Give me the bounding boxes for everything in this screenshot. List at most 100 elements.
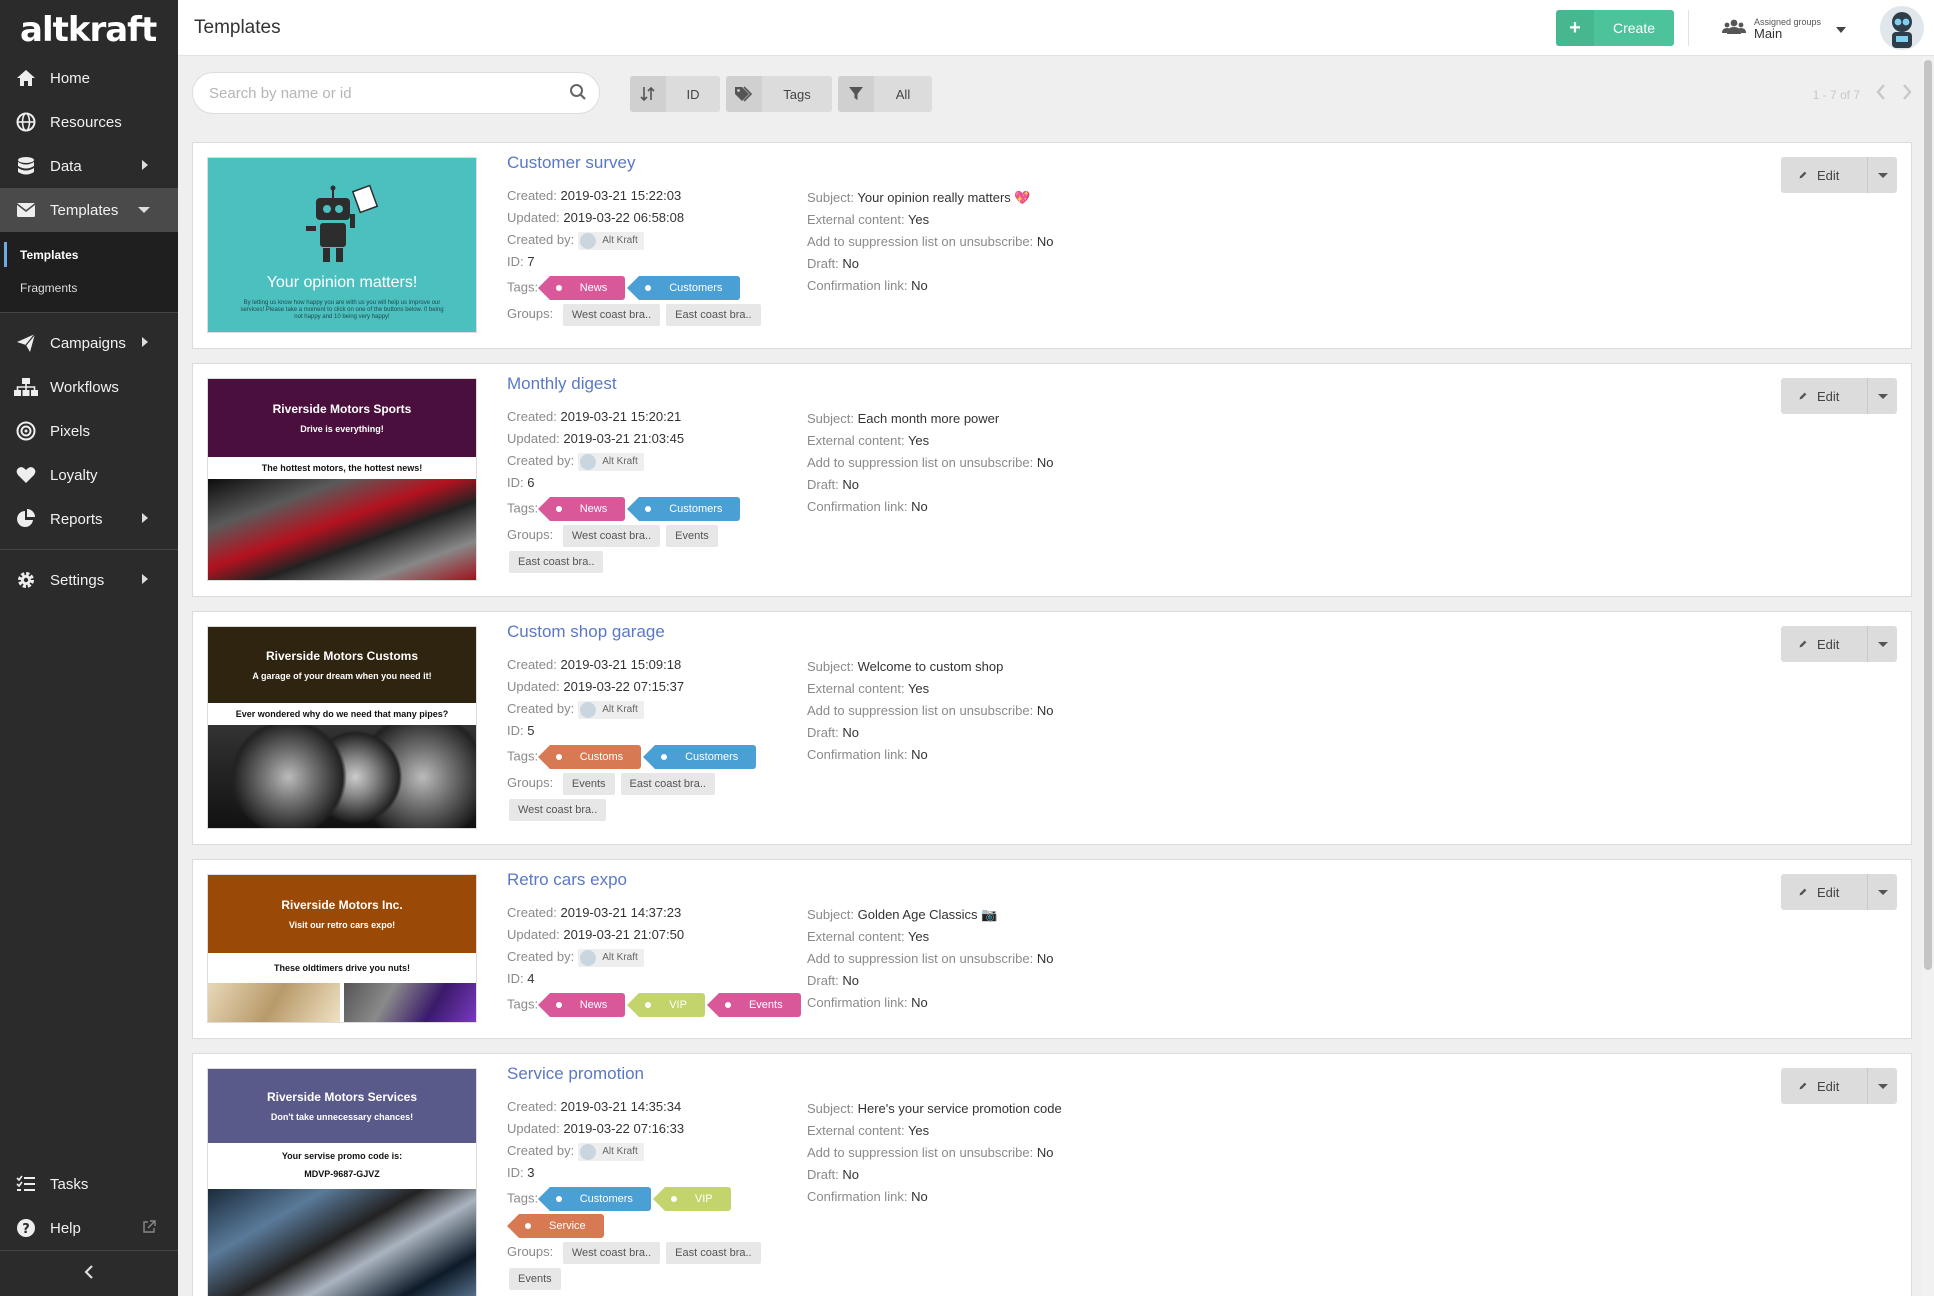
tag[interactable]: VIP [652, 1187, 731, 1211]
suppression-value: No [1036, 703, 1054, 718]
creator-chip[interactable]: Alt Kraft [578, 700, 644, 719]
tag[interactable]: News [537, 497, 626, 521]
target-icon [14, 419, 38, 443]
template-thumbnail[interactable]: Your opinion matters! By letting us know… [207, 157, 477, 333]
updated-value: 2019-03-22 07:15:37 [563, 679, 685, 694]
edit-menu-toggle[interactable] [1867, 378, 1897, 414]
template-thumbnail[interactable]: Riverside Motors Customs A garage of you… [207, 626, 477, 829]
created-label: Created: [507, 188, 557, 203]
tag[interactable]: Events [707, 993, 801, 1017]
template-info: Monthly digest Created: 2019-03-21 15:20… [507, 374, 741, 574]
template-thumbnail[interactable]: Riverside Motors Inc. Visit our retro ca… [207, 874, 477, 1023]
next-page-icon[interactable] [1902, 84, 1912, 105]
group-chip: West coast bra.. [509, 799, 607, 822]
edit-button[interactable]: Edit [1781, 157, 1897, 193]
sidebar-item-help[interactable]: ? Help [0, 1206, 178, 1250]
search-icon[interactable] [569, 83, 587, 104]
groups-value: Main [1754, 26, 1783, 41]
search-input[interactable] [193, 73, 533, 113]
sidebar-item-loyalty[interactable]: Loyalty [0, 453, 178, 497]
sidebar-item-data[interactable]: Data [0, 144, 178, 188]
thumbnail-title: Your opinion matters! [266, 274, 418, 291]
edit-menu-toggle[interactable] [1867, 626, 1897, 662]
external-link-icon[interactable] [142, 1220, 156, 1238]
external-label: External content: [807, 1123, 905, 1138]
user-avatar[interactable] [1880, 6, 1924, 50]
create-button[interactable]: + Create [1556, 10, 1674, 46]
edit-label: Edit [1817, 1078, 1840, 1094]
thumbnail-subtitle: A garage of your dream when you need it! [252, 671, 432, 681]
tag[interactable]: Customs [537, 745, 642, 769]
template-thumbnail[interactable]: Riverside Motors Sports Drive is everyth… [207, 378, 477, 581]
creator-chip[interactable]: Alt Kraft [578, 948, 644, 967]
edit-button[interactable]: Edit [1781, 1068, 1897, 1104]
thumbnail-title: Riverside Motors Sports [272, 402, 412, 416]
template-thumbnail[interactable]: Riverside Motors Services Don't take unn… [207, 1068, 477, 1296]
groups-label: Groups: [507, 1244, 554, 1259]
sidebar-item-label: Help [50, 1219, 81, 1237]
sidebar-item-home[interactable]: Home [0, 56, 178, 100]
tag[interactable]: VIP [627, 993, 705, 1017]
updated-label: Updated: [507, 210, 560, 225]
creator-chip[interactable]: Alt Kraft [578, 1142, 644, 1161]
tag[interactable]: Customers [537, 1187, 651, 1211]
sidebar-item-settings[interactable]: Settings [0, 558, 178, 602]
question-icon: ? [14, 1216, 38, 1240]
sidebar-item-campaigns[interactable]: Campaigns [0, 321, 178, 365]
external-label: External content: [807, 212, 905, 227]
tag[interactable]: Service [507, 1214, 604, 1238]
tags-filter-button[interactable]: Tags [726, 76, 832, 112]
sidebar-collapse-button[interactable] [0, 1250, 178, 1296]
creator-name: Alt Kraft [602, 703, 638, 715]
created-label: Created: [507, 409, 557, 424]
tag[interactable]: News [537, 993, 626, 1017]
pager-text: 1 - 7 of 7 [1812, 87, 1860, 102]
confirmation-label: Confirmation link: [807, 278, 908, 293]
tag[interactable]: News [537, 276, 626, 300]
edit-menu-toggle[interactable] [1867, 1068, 1897, 1104]
edit-button[interactable]: Edit [1781, 874, 1897, 910]
subnav-item-templates[interactable]: Templates [0, 238, 178, 271]
template-name-link[interactable]: Service promotion [507, 1064, 761, 1084]
search-box [192, 72, 600, 114]
suppression-label: Add to suppression list on unsubscribe: [807, 455, 1034, 470]
sidebar-item-tasks[interactable]: Tasks [0, 1162, 178, 1206]
caret-down-icon [1877, 393, 1888, 399]
edit-menu-toggle[interactable] [1867, 157, 1897, 193]
edit-button[interactable]: Edit [1781, 378, 1897, 414]
id-label: ID: [507, 475, 524, 490]
sort-button[interactable]: ID [630, 76, 720, 112]
sidebar-item-reports[interactable]: Reports [0, 497, 178, 541]
template-name-link[interactable]: Customer survey [507, 153, 761, 173]
prev-page-icon[interactable] [1876, 84, 1886, 105]
tag[interactable]: Customers [643, 745, 757, 769]
template-name-link[interactable]: Monthly digest [507, 374, 740, 394]
subnav-item-fragments[interactable]: Fragments [0, 271, 178, 304]
sidebar-item-workflows[interactable]: Workflows [0, 365, 178, 409]
draft-value: No [842, 256, 860, 271]
thumbnail-text: By letting us know how happy you are wit… [240, 300, 444, 320]
scrollbar-thumb[interactable] [1924, 60, 1932, 970]
assigned-groups-dropdown[interactable]: Assigned groups Main [1722, 10, 1852, 46]
sidebar-item-label: Templates [50, 201, 119, 219]
sidebar-item-pixels[interactable]: Pixels [0, 409, 178, 453]
edit-menu-toggle[interactable] [1867, 874, 1897, 910]
scrollbar[interactable] [1922, 56, 1934, 1296]
template-name-link[interactable]: Custom shop garage [507, 622, 756, 642]
creator-chip[interactable]: Alt Kraft [578, 452, 644, 471]
id-label: ID: [507, 1165, 524, 1180]
tag[interactable]: Customers [627, 497, 741, 521]
draft-value: No [842, 725, 860, 740]
sidebar-item-resources[interactable]: Resources [0, 100, 178, 144]
thumbnail-text: These oldtimers drive you nuts! [208, 953, 476, 983]
id-value: 6 [527, 475, 535, 490]
id-label: ID: [507, 723, 524, 738]
edit-button[interactable]: Edit [1781, 626, 1897, 662]
app-logo[interactable]: altkraft [0, 0, 178, 56]
sidebar-item-templates[interactable]: Templates [0, 188, 178, 232]
filter-button[interactable]: All [838, 76, 932, 112]
tag[interactable]: Customers [627, 276, 741, 300]
template-name-link[interactable]: Retro cars expo [507, 870, 801, 890]
sidebar-item-label: Settings [50, 571, 105, 589]
creator-chip[interactable]: Alt Kraft [578, 231, 644, 250]
